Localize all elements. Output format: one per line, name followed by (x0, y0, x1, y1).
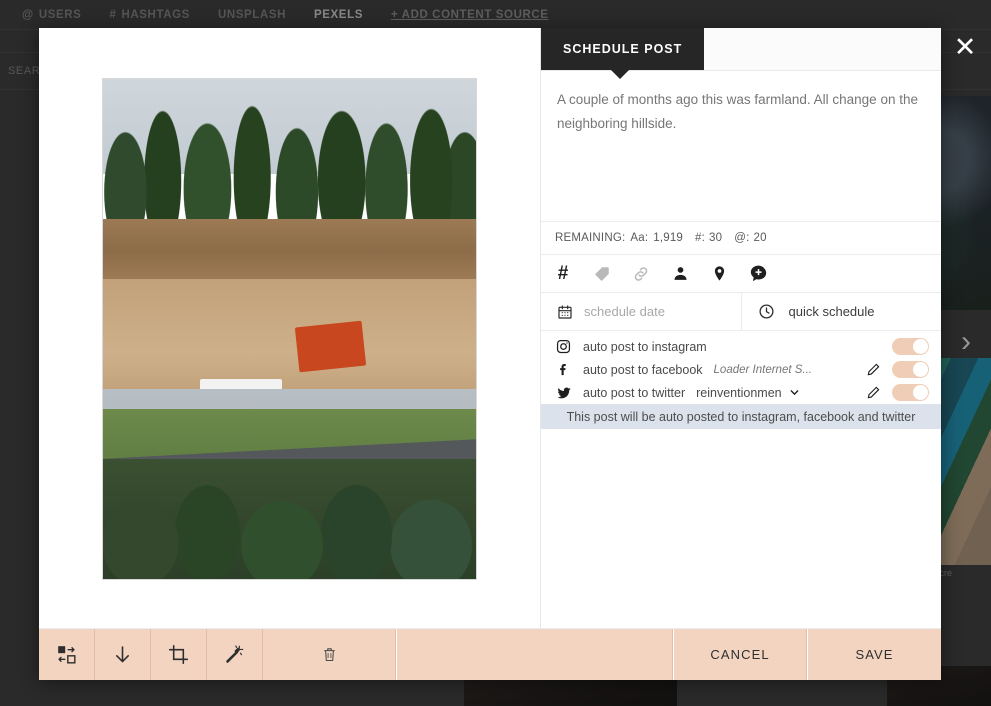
edit-pencil-icon-twitter[interactable] (865, 385, 881, 401)
mentions-label: @: (734, 232, 749, 244)
tag-icon[interactable] (592, 264, 612, 284)
mentions-value: 20 (754, 232, 767, 244)
auto-post-row-twitter: auto post to twitter reinventionmen (541, 381, 941, 404)
tab-label: SCHEDULE POST (563, 42, 682, 56)
hashtags-value: 30 (709, 232, 722, 244)
modal-footer: CANCEL SAVE (39, 628, 941, 680)
chevron-down-icon[interactable] (789, 387, 800, 398)
quick-schedule-button[interactable]: quick schedule (741, 293, 942, 330)
delete-button[interactable] (263, 629, 396, 680)
tab-schedule-post[interactable]: SCHEDULE POST (541, 28, 704, 70)
insert-toolbar: # (541, 255, 941, 293)
hashtags-label: #: (695, 232, 705, 244)
facebook-icon (555, 362, 572, 377)
clock-icon (758, 303, 775, 320)
schedule-date-field[interactable]: schedule date (541, 293, 741, 330)
post-image[interactable] (102, 78, 477, 580)
photo-shrubs (103, 459, 476, 579)
photo-excavator (295, 321, 366, 373)
auto-post-label: auto post to twitter (583, 386, 685, 400)
replace-image-button[interactable] (39, 629, 95, 680)
auto-post-toggle-instagram[interactable] (892, 338, 929, 355)
location-pin-icon[interactable] (709, 264, 729, 284)
app-root: @ USERS # HASHTAGS UNSPLASH PEXELS + ADD… (0, 0, 991, 706)
add-comment-icon[interactable] (748, 264, 768, 284)
auto-post-label: auto post to facebook (583, 363, 703, 377)
crop-button[interactable] (151, 629, 207, 680)
mention-user-icon[interactable] (670, 264, 690, 284)
save-button[interactable]: SAVE (808, 629, 941, 680)
photo-treeline (103, 94, 476, 234)
remaining-counter: REMAINING: Aa: 1,919 #: 30 @: 20 (541, 221, 941, 255)
twitter-icon (555, 385, 572, 401)
cancel-button[interactable]: CANCEL (674, 629, 807, 680)
post-caption-input[interactable]: A couple of months ago this was farmland… (541, 71, 941, 221)
image-preview-pane (39, 28, 540, 628)
tab-caret (611, 70, 629, 79)
chars-value: 1,919 (653, 232, 683, 244)
quick-schedule-label: quick schedule (789, 304, 875, 319)
modal-body: SCHEDULE POST A couple of months ago thi… (39, 28, 941, 628)
auto-post-toggle-facebook[interactable] (892, 361, 929, 378)
schedule-row: schedule date quick schedule (541, 293, 941, 331)
instagram-icon (555, 339, 572, 354)
schedule-post-modal: SCHEDULE POST A couple of months ago thi… (39, 28, 941, 680)
chars-label: Aa: (630, 232, 648, 244)
download-button[interactable] (95, 629, 151, 680)
schedule-pane: SCHEDULE POST A couple of months ago thi… (540, 28, 941, 628)
auto-post-row-facebook: auto post to facebook Loader Internet S.… (541, 358, 941, 381)
twitter-account-name[interactable]: reinventionmen (696, 386, 781, 400)
link-icon[interactable] (631, 264, 651, 284)
auto-post-notice: This post will be auto posted to instagr… (541, 404, 941, 429)
edit-pencil-icon-facebook[interactable] (865, 362, 881, 378)
calendar-icon (557, 304, 573, 320)
hashtag-icon[interactable]: # (553, 264, 573, 284)
panel-filler (541, 429, 941, 628)
auto-post-toggle-twitter[interactable] (892, 384, 929, 401)
enhance-button[interactable] (207, 629, 263, 680)
facebook-account-name[interactable]: Loader Internet S... (714, 364, 812, 376)
auto-post-label: auto post to instagram (583, 340, 707, 354)
footer-spacer (397, 629, 673, 680)
close-icon[interactable]: ✕ (948, 30, 982, 64)
auto-post-row-instagram: auto post to instagram (541, 335, 941, 358)
schedule-date-placeholder: schedule date (584, 304, 665, 319)
remaining-label: REMAINING: (555, 232, 625, 244)
auto-post-list: auto post to instagram auto post to face… (541, 331, 941, 404)
panel-tabstrip: SCHEDULE POST (541, 28, 941, 71)
